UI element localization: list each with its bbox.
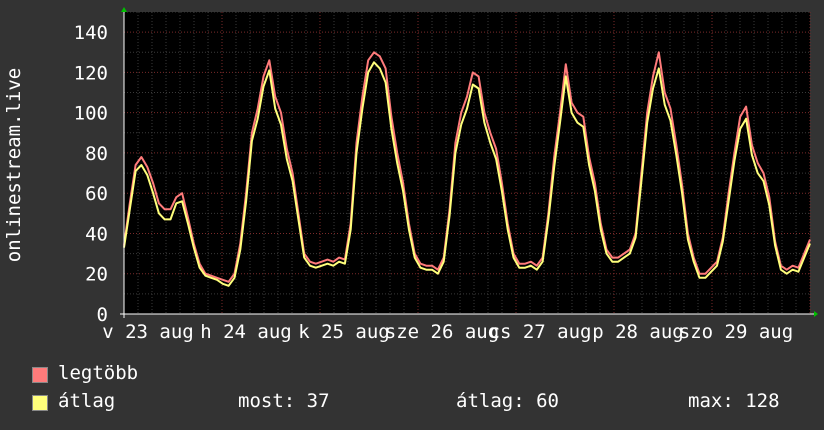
- x-tick-label: cs 27 aug: [489, 321, 592, 343]
- x-axis-arrow: [814, 311, 818, 317]
- x-tick-label: h 24 aug: [200, 321, 292, 343]
- x-tick-label: k 25 aug: [298, 321, 390, 343]
- legend-swatch-max: [32, 367, 48, 383]
- y-axis-label: onlinestream.live: [3, 68, 25, 262]
- x-tick-label: v 23 aug: [102, 321, 194, 343]
- y-tick-label: 20: [85, 264, 108, 286]
- stat-current: most: 37: [238, 390, 330, 412]
- x-ticks: v 23 aug h 24 aug k 25 augsze 26 augcs 27 …: [102, 321, 793, 343]
- x-tick-label: sze 26 aug: [385, 321, 499, 343]
- legend-label-avg: átlag: [58, 390, 116, 412]
- chart-svg: 020406080100120140 v 23 aug h 24 aug k 25 …: [3, 7, 818, 343]
- stat-average: átlag: 60: [456, 390, 559, 412]
- y-tick-label: 40: [85, 223, 108, 245]
- x-tick-label: szo 29 aug: [679, 321, 793, 343]
- stat-maximum: max: 128: [688, 390, 780, 412]
- plot-background: [124, 12, 810, 314]
- legend-label-max: legtöbb: [58, 362, 139, 384]
- legend-swatch-avg: [32, 395, 48, 411]
- x-tick-label: p 28 aug: [592, 321, 684, 343]
- y-tick-label: 120: [74, 62, 108, 84]
- y-ticks: 020406080100120140: [74, 22, 108, 326]
- y-axis-arrow: [121, 7, 127, 12]
- y-tick-label: 140: [74, 22, 108, 44]
- y-tick-label: 60: [85, 183, 108, 205]
- y-tick-label: 100: [74, 103, 108, 125]
- y-tick-label: 80: [85, 143, 108, 165]
